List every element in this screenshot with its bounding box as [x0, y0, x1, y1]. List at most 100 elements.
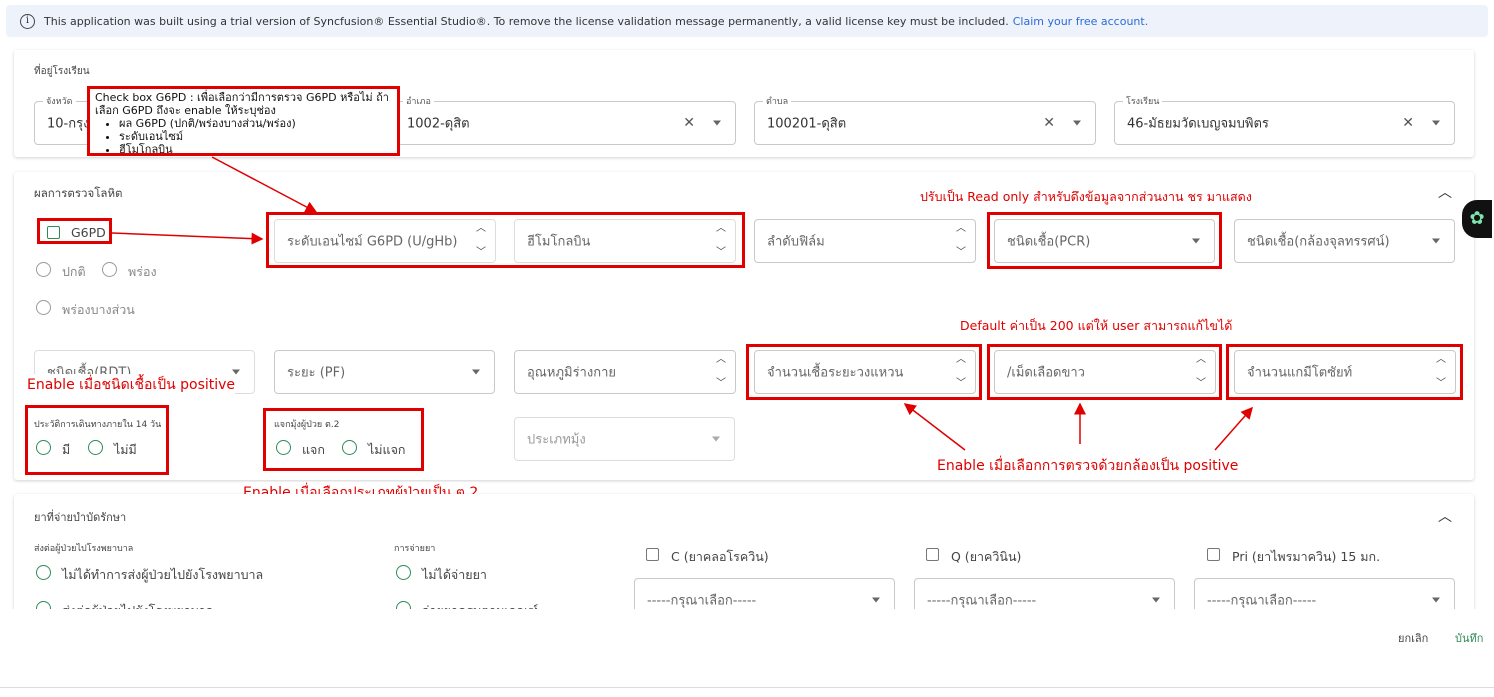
- stage-select[interactable]: ระยะ (PF): [274, 350, 495, 394]
- microscope-select[interactable]: ชนิดเชื้อ(กล้องจุลทรรศน์): [1234, 219, 1455, 263]
- trial-banner: i This application was built using a tri…: [6, 5, 1488, 37]
- info-icon: i: [20, 14, 35, 29]
- travel-yes-radio[interactable]: [36, 440, 51, 455]
- tooltip-line2: เลือก G6PD ถึงจะ enable ให้ระบุช่อง: [95, 104, 276, 117]
- net-nogive-label: ไม่แจก: [368, 442, 406, 457]
- net-title: แจกมุ้งผู้ป่วย ต.2: [274, 420, 340, 430]
- hemoglobin-input[interactable]: ฮีโมโกลบิน ︿ ﹀: [514, 219, 736, 263]
- net-type-select[interactable]: ประเภทมุ้ง: [514, 417, 735, 461]
- tooltip-line1: Check box G6PD : เพื่อเลือกว่ามีการตรวจ …: [95, 91, 389, 104]
- collapse-chevron-icon[interactable]: ︿: [1438, 506, 1452, 526]
- drug-pri-checkbox[interactable]: [1207, 548, 1220, 561]
- dropdown-arrow-icon[interactable]: [1192, 238, 1200, 244]
- dropdown-arrow-icon[interactable]: [872, 597, 880, 603]
- claim-account-link[interactable]: Claim your free account.: [1013, 15, 1148, 28]
- wbc-placeholder: /เม็ดเลือดขาว: [1007, 365, 1085, 381]
- ring-placeholder: จำนวนเชื้อระยะวงแหวน: [767, 365, 904, 381]
- ai-assistant-icon[interactable]: ✿: [1462, 200, 1492, 238]
- g6pd-label: G6PD: [71, 225, 106, 240]
- tooltip-item: ระดับเอนไซม์: [119, 130, 392, 143]
- net-give-radio[interactable]: [276, 440, 291, 455]
- collapse-chevron-icon[interactable]: ︿: [1438, 182, 1452, 202]
- wbc-input[interactable]: /เม็ดเลือดขาว ︿ ﹀: [994, 350, 1216, 394]
- g6pd-deficient-label: พร่อง: [128, 264, 157, 279]
- dropdown-arrow-icon[interactable]: [1432, 120, 1440, 126]
- clear-icon[interactable]: ✕: [683, 115, 695, 131]
- drug-q-checkbox[interactable]: [926, 548, 939, 561]
- dropdown-arrow-icon[interactable]: [1073, 120, 1081, 126]
- gametocyte-placeholder: จำนวนแกมีโตซัยท์: [1247, 365, 1353, 381]
- school-value: 46-มัธยมวัดเบญจมบพิตร: [1127, 116, 1269, 132]
- g6pd-partial-label: พร่องบางส่วน: [62, 302, 135, 317]
- pcr-select[interactable]: ชนิดเชื้อ(PCR): [994, 219, 1215, 263]
- enable-microscope-annotation: Enable เมื่อเลือกการตรวจด้วยกล้องเป็น po…: [937, 455, 1239, 477]
- film-number-input[interactable]: ลำดับฟิล์ม ︿ ﹀: [754, 219, 976, 263]
- dropdown-arrow-icon[interactable]: [1432, 597, 1440, 603]
- g6pd-normal-radio[interactable]: [36, 262, 51, 277]
- save-button[interactable]: บันทึก: [1455, 629, 1483, 647]
- school-label: โรงเรียน: [1123, 94, 1163, 108]
- enzyme-input[interactable]: ระดับเอนไซม์ G6PD (U/gHb) ︿ ﹀: [274, 219, 496, 263]
- tooltip-item: ฮีโมโกลบิน: [119, 143, 392, 156]
- dropdown-arrow-icon[interactable]: [713, 120, 721, 126]
- dispense-no-radio[interactable]: [396, 565, 411, 580]
- number-spinner[interactable]: ︿ ﹀: [475, 224, 487, 258]
- province-select[interactable]: จังหวัด 10-กรุงเ: [34, 94, 94, 145]
- pcr-placeholder: ชนิดเชื้อ(PCR): [1007, 234, 1091, 250]
- ring-count-input[interactable]: จำนวนเชื้อระยะวงแหวน ︿ ﹀: [754, 350, 976, 394]
- number-spinner[interactable]: ︿ ﹀: [955, 355, 967, 389]
- referral-no-label: ไม่ได้ทำการส่งผู้ป่วยไปยังโรงพยาบาล: [62, 567, 264, 582]
- travel-no-label: ไม่มี: [114, 442, 137, 457]
- number-spinner[interactable]: ︿ ﹀: [1435, 355, 1447, 389]
- dropdown-arrow-icon[interactable]: [472, 369, 480, 375]
- district-label: อำเภอ: [403, 94, 434, 108]
- travel-yes-label: มี: [62, 442, 71, 457]
- district-value: 1002-ดุสิต: [407, 116, 470, 132]
- cancel-button[interactable]: ยกเลิก: [1398, 629, 1428, 647]
- treatment-title: ยาที่จ่ายบำบัดรักษา: [34, 511, 127, 524]
- microscope-placeholder: ชนิดเชื้อ(กล้องจุลทรรศน์): [1247, 234, 1390, 250]
- province-label: จังหวัด: [43, 94, 76, 108]
- drug-pri-label: Pri (ยาไพรมาควิน) 15 มก.: [1232, 549, 1381, 564]
- dropdown-arrow-icon[interactable]: [1432, 238, 1440, 244]
- film-placeholder: ลำดับฟิล์ม: [767, 234, 825, 250]
- number-spinner[interactable]: ︿ ﹀: [955, 224, 967, 258]
- subdistrict-label: ตำบล: [763, 94, 792, 108]
- stage-placeholder: ระยะ (PF): [287, 365, 346, 381]
- dispense-title: การจ่ายยา: [394, 544, 436, 554]
- dropdown-arrow-icon[interactable]: [712, 436, 720, 442]
- number-spinner[interactable]: ︿ ﹀: [715, 224, 727, 258]
- referral-title: ส่งต่อผู้ป่วยไปโรงพยาบาล: [34, 544, 134, 554]
- net-give-label: แจก: [302, 442, 325, 457]
- drug-c-label: C (ยาคลอโรควิน): [671, 549, 769, 564]
- temperature-input[interactable]: อุณหภูมิร่างกาย ︿ ﹀: [514, 350, 736, 394]
- school-select[interactable]: โรงเรียน 46-มัธยมวัดเบญจมบพิตร ✕: [1114, 94, 1455, 145]
- clear-icon[interactable]: ✕: [1402, 115, 1414, 131]
- g6pd-tooltip-annotation: Check box G6PD : เพื่อเลือกว่ามีการตรวจ …: [87, 86, 400, 156]
- travel-title: ประวัติการเดินทางภายใน 14 วัน: [34, 420, 162, 430]
- drug-c-select-value: -----กรุณาเลือก-----: [647, 593, 757, 609]
- net-type-placeholder: ประเภทมุ้ง: [527, 432, 586, 448]
- default-annotation: Default ค่าเป็น 200 แต่ให้ user สามารถแก…: [960, 316, 1233, 336]
- enzyme-placeholder: ระดับเอนไซม์ G6PD (U/gHb): [287, 234, 458, 250]
- g6pd-deficient-radio[interactable]: [102, 262, 117, 277]
- g6pd-normal-label: ปกติ: [62, 264, 86, 279]
- number-spinner[interactable]: ︿ ﹀: [1195, 355, 1207, 389]
- drug-q-label: Q (ยาควินิน): [951, 549, 1022, 564]
- g6pd-partial-radio[interactable]: [36, 300, 51, 315]
- readonly-annotation: ปรับเป็น Read only สำหรับดึงข้อมูลจากส่ว…: [920, 187, 1252, 207]
- dropdown-arrow-icon[interactable]: [1152, 597, 1160, 603]
- number-spinner[interactable]: ︿ ﹀: [715, 355, 727, 389]
- district-select[interactable]: อำเภอ 1002-ดุสิต ✕: [394, 94, 736, 145]
- dispense-no-label: ไม่ได้จ่ายยา: [422, 567, 487, 582]
- address-title: ที่อยู่โรงเรียน: [34, 66, 90, 77]
- referral-no-radio[interactable]: [36, 565, 51, 580]
- net-nogive-radio[interactable]: [342, 440, 357, 455]
- drug-c-checkbox[interactable]: [646, 548, 659, 561]
- travel-no-radio[interactable]: [88, 440, 103, 455]
- g6pd-checkbox[interactable]: [47, 226, 60, 239]
- clear-icon[interactable]: ✕: [1043, 115, 1055, 131]
- gametocyte-input[interactable]: จำนวนแกมีโตซัยท์ ︿ ﹀: [1234, 350, 1456, 394]
- drug-q-select-value: -----กรุณาเลือก-----: [927, 593, 1037, 609]
- subdistrict-select[interactable]: ตำบล 100201-ดุสิต ✕: [754, 94, 1096, 145]
